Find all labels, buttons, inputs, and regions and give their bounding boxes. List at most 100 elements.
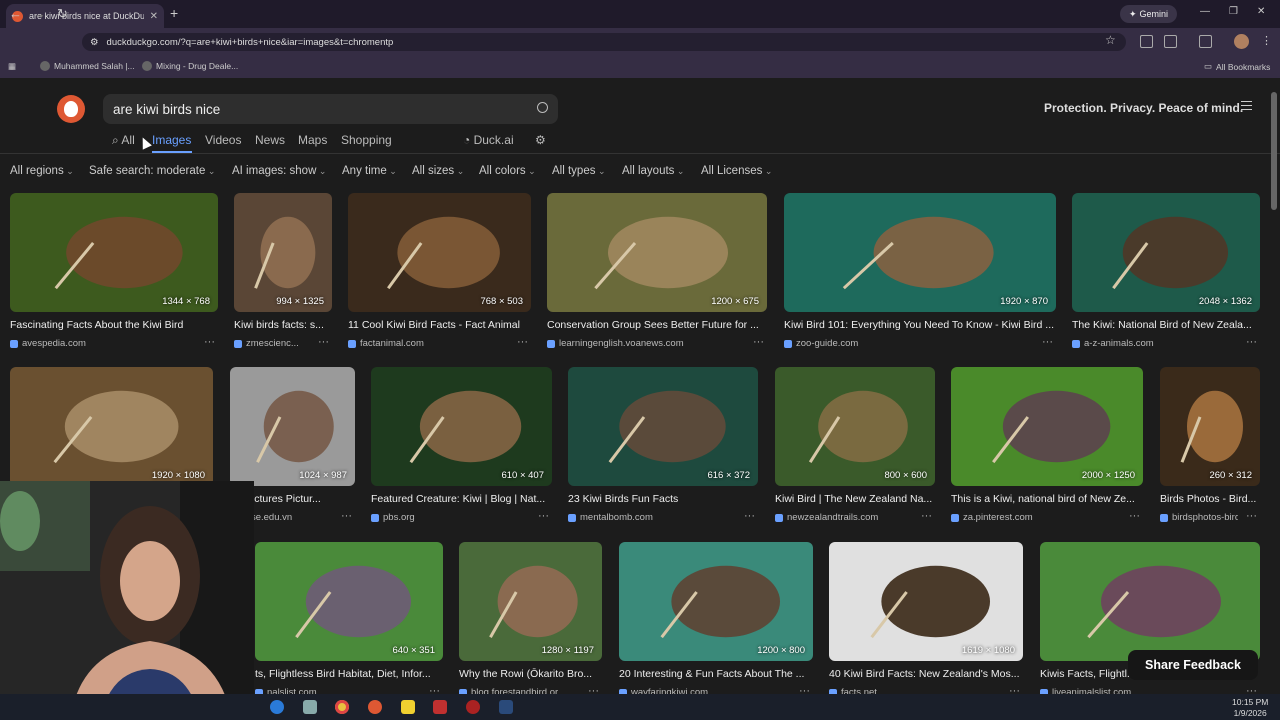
more-options-icon[interactable]: ··· <box>1246 510 1257 522</box>
tab-news[interactable]: News <box>255 133 285 147</box>
result-source[interactable]: birdsphotos-birdswallpa... <box>1160 512 1238 523</box>
more-options-icon[interactable]: ··· <box>753 336 764 348</box>
result-title[interactable]: Kiwi birds facts: s... <box>234 319 332 331</box>
kiwi-bird-thumbnail[interactable] <box>1040 542 1260 661</box>
kiwi-bird-thumbnail[interactable]: 260 × 312 <box>1160 367 1260 486</box>
filter-colors[interactable]: All colors <box>479 165 536 177</box>
tab-images[interactable]: Images <box>152 133 191 147</box>
extension-icon[interactable] <box>1140 35 1153 48</box>
kiwi-bird-thumbnail[interactable]: 640 × 351 <box>255 542 443 661</box>
explorer-taskbar-icon[interactable] <box>303 700 317 714</box>
result-title[interactable]: Kiwi Bird | The New Zealand Na... <box>775 493 935 505</box>
search-icon[interactable] <box>537 102 548 113</box>
filter-ai-images[interactable]: AI images: show <box>232 165 326 177</box>
kiwi-bird-thumbnail[interactable]: 2048 × 1362 <box>1072 193 1260 312</box>
result-title[interactable]: This is a Kiwi, national bird of New Ze.… <box>951 493 1143 505</box>
result-source[interactable]: pbs.org <box>371 512 530 523</box>
result-source[interactable]: za.pinterest.com <box>951 512 1121 523</box>
kiwi-bird-thumbnail[interactable]: 1024 × 987 <box>230 367 355 486</box>
result-source[interactable]: avespedia.com <box>10 338 196 349</box>
more-options-icon[interactable]: ··· <box>921 510 932 522</box>
more-options-icon[interactable]: ··· <box>744 510 755 522</box>
close-window-icon[interactable]: ✕ <box>1257 6 1265 17</box>
search-input[interactable]: are kiwi birds nice <box>103 94 558 124</box>
forward-icon[interactable]: → <box>33 6 46 21</box>
minimize-icon[interactable]: — <box>1200 6 1210 17</box>
tab-duckai[interactable]: ◔ Duck.ai <box>463 133 514 147</box>
result-title[interactable]: The Kiwi: National Bird of New Zeala... <box>1072 319 1260 331</box>
tab-all[interactable]: ⌕ All <box>112 133 135 148</box>
sidepanel-icon[interactable] <box>1199 35 1212 48</box>
profile-avatar[interactable] <box>1234 34 1249 49</box>
duckduckgo-logo[interactable] <box>57 95 85 123</box>
reload-icon[interactable]: ↻ <box>57 6 68 22</box>
result-title[interactable]: Why the Rowi (Ōkarito Bro... <box>459 668 602 680</box>
filter-types[interactable]: All types <box>552 165 606 177</box>
filter-time[interactable]: Any time <box>342 165 397 177</box>
taskbar-clock[interactable]: 10:15 PM 1/9/2026 <box>1232 697 1268 719</box>
kiwi-bird-thumbnail[interactable]: 800 × 600 <box>775 367 935 486</box>
kiwi-bird-thumbnail[interactable]: 1280 × 1197 <box>459 542 602 661</box>
share-feedback-button[interactable]: Share Feedback <box>1128 650 1258 680</box>
result-title[interactable]: 23 Kiwi Birds Fun Facts <box>568 493 758 505</box>
kiwi-bird-thumbnail[interactable]: 1200 × 675 <box>547 193 767 312</box>
browser-tab[interactable]: are kiwi birds nice at DuckDuck ✕ <box>6 4 164 28</box>
result-title[interactable]: Conservation Group Sees Better Future fo… <box>547 319 767 331</box>
new-tab-icon[interactable]: + <box>170 5 178 21</box>
result-title[interactable]: Fascinating Facts About the Kiwi Bird <box>10 319 218 331</box>
sticky-notes-taskbar-icon[interactable] <box>401 700 415 714</box>
result-source[interactable]: zoo-guide.com <box>784 338 1034 349</box>
tab-maps[interactable]: Maps <box>298 133 327 147</box>
recording-app-taskbar-icon[interactable] <box>466 700 480 714</box>
result-title[interactable]: Kiwi Bird 101: Everything You Need To Kn… <box>784 319 1056 331</box>
more-options-icon[interactable]: ··· <box>318 336 329 348</box>
more-options-icon[interactable]: ··· <box>538 510 549 522</box>
bookmark-star-icon[interactable]: ☆ <box>1105 33 1116 47</box>
more-options-icon[interactable]: ··· <box>341 510 352 522</box>
kiwi-bird-thumbnail[interactable]: 610 × 407 <box>371 367 552 486</box>
more-options-icon[interactable]: ··· <box>1042 336 1053 348</box>
filter-safe-search[interactable]: Safe search: moderate <box>89 165 215 177</box>
site-info-icon[interactable]: ⚙ <box>90 37 99 48</box>
browser-menu-icon[interactable]: ⋮ <box>1261 34 1272 47</box>
puzzle-icon[interactable] <box>1164 35 1177 48</box>
more-options-icon[interactable]: ··· <box>1129 510 1140 522</box>
filter-sizes[interactable]: All sizes <box>412 165 464 177</box>
back-icon[interactable]: ← <box>9 6 22 21</box>
kiwi-bird-thumbnail[interactable]: 1619 × 1080 <box>829 542 1023 661</box>
apps-grid-icon[interactable]: ▦ <box>8 61 16 72</box>
maximize-icon[interactable]: ❐ <box>1229 6 1238 17</box>
kiwi-bird-thumbnail[interactable]: 2000 × 1250 <box>951 367 1143 486</box>
kiwi-bird-thumbnail[interactable]: 1200 × 800 <box>619 542 813 661</box>
result-title[interactable]: Featured Creature: Kiwi | Blog | Nat... <box>371 493 552 505</box>
streaming-app-taskbar-icon[interactable] <box>433 700 447 714</box>
scrollbar[interactable] <box>1271 92 1277 210</box>
kiwi-bird-thumbnail[interactable]: 768 × 503 <box>348 193 531 312</box>
result-title[interactable]: Birds Photos - Bird... <box>1160 493 1260 505</box>
result-title[interactable]: ts, Flightless Bird Habitat, Diet, Infor… <box>255 668 443 680</box>
result-source[interactable]: learningenglish.voanews.com <box>547 338 745 349</box>
result-source[interactable]: zmescienc... <box>234 338 310 349</box>
result-title[interactable]: 20 Interesting & Fun Facts About The ... <box>619 668 813 680</box>
kiwi-bird-thumbnail[interactable]: 1920 × 1080 <box>10 367 213 486</box>
hamburger-menu-icon[interactable] <box>1241 101 1252 110</box>
filter-licenses[interactable]: All Licenses <box>701 165 772 177</box>
bookmark-item[interactable]: Muhammed Salah |... <box>40 61 135 71</box>
kiwi-bird-thumbnail[interactable]: 1344 × 768 <box>10 193 218 312</box>
bookmark-item[interactable]: Mixing - Drug Deale... <box>142 61 238 71</box>
filter-layouts[interactable]: All layouts <box>622 165 684 177</box>
result-source[interactable]: newzealandtrails.com <box>775 512 913 523</box>
chrome-taskbar-icon[interactable] <box>335 700 349 714</box>
result-title[interactable]: 11 Cool Kiwi Bird Facts - Fact Animal <box>348 319 531 331</box>
gemini-button[interactable]: ✦ Gemini <box>1120 5 1177 23</box>
tab-shopping[interactable]: Shopping <box>341 133 392 147</box>
address-bar[interactable]: ⚙ duckduckgo.com/?q=are+kiwi+birds+nice&… <box>82 33 1126 51</box>
steam-taskbar-icon[interactable] <box>499 700 513 714</box>
kiwi-bird-thumbnail[interactable]: 1920 × 870 <box>784 193 1056 312</box>
kiwi-bird-thumbnail[interactable]: 994 × 1325 <box>234 193 332 312</box>
more-options-icon[interactable]: ··· <box>204 336 215 348</box>
duckduckgo-taskbar-icon[interactable] <box>368 700 382 714</box>
edge-taskbar-icon[interactable] <box>270 700 284 714</box>
kiwi-bird-thumbnail[interactable]: 616 × 372 <box>568 367 758 486</box>
tab-videos[interactable]: Videos <box>205 133 241 147</box>
